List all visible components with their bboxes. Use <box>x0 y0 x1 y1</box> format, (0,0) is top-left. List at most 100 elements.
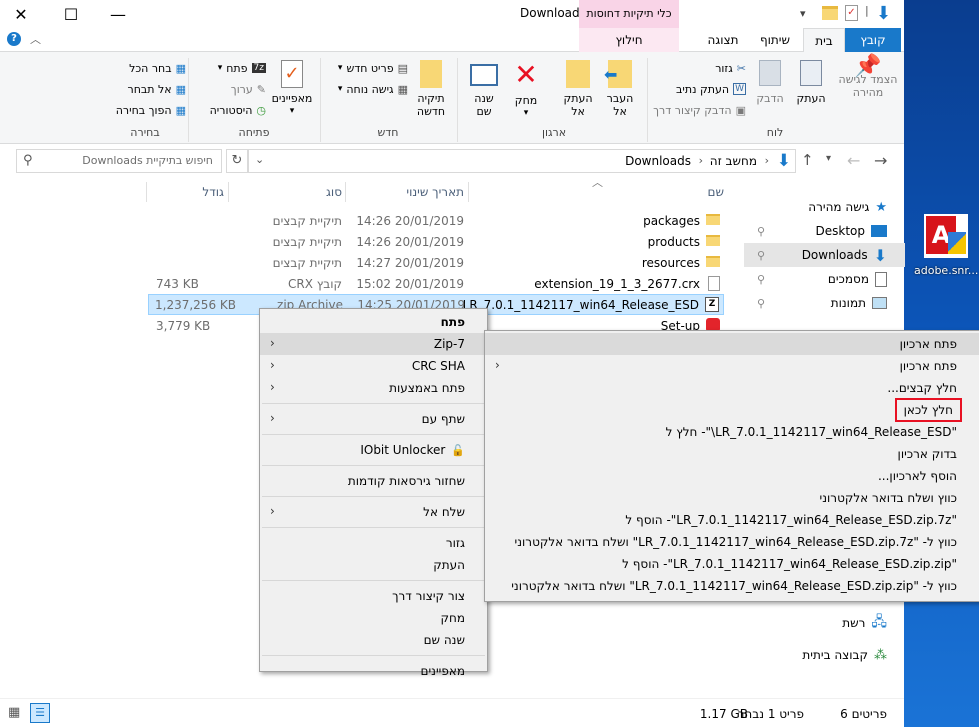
adobe-icon[interactable]: A <box>924 214 968 258</box>
delete-button[interactable]: ✕ מחק ▾ <box>508 60 544 120</box>
close-button[interactable]: ✕ <box>6 0 36 28</box>
table-row[interactable]: packages 20/01/2019 14:26 תיקיית קבצים <box>148 210 724 231</box>
folder-icon[interactable] <box>822 6 838 20</box>
new-folder-button[interactable]: תיקיה חדשה <box>410 60 452 118</box>
menu-item-share-with[interactable]: שתף עם ‹ <box>260 408 487 430</box>
paste-shortcut-button[interactable]: ▣ הדבק קיצור דרך <box>650 100 746 120</box>
select-none-button[interactable]: ▦ אל תבחר <box>104 79 187 99</box>
invert-selection-button[interactable]: ▦ הפוך בחירה <box>104 100 186 120</box>
column-divider <box>146 182 147 202</box>
submenu-item-compress-zip-email[interactable]: כווץ ל- "LR_7.0.1_1142117_win64_Release_… <box>485 575 979 597</box>
menu-item-delete[interactable]: מחק <box>260 607 487 629</box>
forward-arrow-icon[interactable]: ← <box>847 151 860 170</box>
history-button[interactable]: ◷ היסטוריה <box>192 100 266 120</box>
nav-documents[interactable]: מסמכים ⚲ <box>741 267 905 291</box>
properties-icon[interactable]: ✓ <box>845 5 858 21</box>
easy-access-button[interactable]: ▦ גישה נוחה ▾ <box>326 79 408 99</box>
select-all-button[interactable]: ▦ בחר הכל <box>104 58 186 78</box>
recent-dropdown-icon[interactable]: ▾ <box>826 153 831 164</box>
menu-item-cut[interactable]: גזור <box>260 532 487 554</box>
table-row[interactable]: resources 20/01/2019 14:27 תיקיית קבצים <box>148 252 724 273</box>
minimize-button[interactable]: — <box>103 0 133 28</box>
submenu-item-open-archive-more[interactable]: פתח ארכיון ‹ <box>485 355 979 377</box>
menu-item-copy[interactable]: העתק <box>260 554 487 576</box>
tab-file[interactable]: קובץ <box>845 28 901 52</box>
tab-share[interactable]: שיתוף <box>752 28 800 52</box>
cut-button[interactable]: ✂ גזור <box>660 58 746 78</box>
pictures-icon <box>872 297 887 309</box>
table-row[interactable]: extension_19_1_3_2677.crx 20/01/2019 15:… <box>148 273 724 294</box>
copy-path-label: העתק נתיב <box>676 82 730 96</box>
nav-network[interactable]: 🖧 רשת <box>741 611 905 635</box>
dropdown-arrow-icon: ▾ <box>289 106 295 116</box>
submenu-item-extract-here[interactable]: חלץ לכאן <box>485 398 979 422</box>
large-icons-view-icon[interactable]: ▦ <box>8 705 20 720</box>
up-arrow-icon[interactable]: ↑ <box>801 151 814 169</box>
submenu-item-add-to-archive[interactable]: הוסף לארכיון... <box>485 465 979 487</box>
maximize-button[interactable]: ☐ <box>56 0 86 28</box>
help-icon[interactable]: ? <box>7 32 21 46</box>
tab-extract[interactable]: חילוץ <box>579 28 679 52</box>
menu-item-open[interactable]: פתח <box>260 311 487 333</box>
menu-item-properties[interactable]: מאפיינים <box>260 660 487 682</box>
collapse-ribbon-icon[interactable]: ︿ <box>30 31 41 47</box>
context-menu: פתח 7-Zip ‹ CRC SHA ‹ פתח באמצעות ‹ שתף עם ‹… <box>259 308 488 678</box>
menu-item-7zip[interactable]: 7-Zip ‹ <box>260 333 487 355</box>
submenu-item-compress-email[interactable]: כווץ ושלח בדואר אלקטרוני <box>485 487 979 509</box>
rename-button[interactable]: שנה שם <box>466 60 502 118</box>
submenu-item-open-archive[interactable]: פתח ארכיון <box>485 333 979 355</box>
menu-item-rename[interactable]: שנה שם <box>260 629 487 651</box>
edit-button[interactable]: ✎ ערוך <box>192 79 266 99</box>
copy-path-button[interactable]: W העתק נתיב <box>660 79 746 99</box>
submenu-item-test-archive[interactable]: בדוק ארכיון <box>485 443 979 465</box>
qat-dropdown-icon[interactable]: ▾ <box>800 7 806 20</box>
nav-downloads[interactable]: ⬇ Downloads ⚲ <box>744 243 905 267</box>
column-header-size[interactable]: גודל <box>148 185 224 199</box>
submenu-item-compress-7z-email[interactable]: כווץ ל- "LR_7.0.1_1142117_win64_Release_… <box>485 531 979 553</box>
search-icon[interactable]: ⚲ <box>23 153 33 168</box>
address-bar[interactable]: ⬇ ‹ מחשב זה ‹ Downloads ⌄ <box>248 149 796 173</box>
7z-icon: 7z <box>251 63 266 73</box>
address-dropdown-icon[interactable]: ⌄ <box>255 153 264 166</box>
search-box[interactable]: חיפוש בתיקיית Downloads ⚲ <box>16 149 222 173</box>
ribbon-tabs: קובץ בית שיתוף תצוגה חילוץ ? ︿ <box>0 28 904 52</box>
copy-button[interactable]: העתק <box>792 60 830 105</box>
properties-button[interactable]: ✓ מאפיינים ▾ <box>268 60 316 118</box>
nav-pictures[interactable]: תמונות ⚲ <box>741 291 905 315</box>
back-arrow-icon[interactable]: → <box>874 151 887 170</box>
tab-view[interactable]: תצוגה <box>697 28 749 52</box>
menu-item-create-shortcut[interactable]: צור קיצור דרך <box>260 585 487 607</box>
nav-homegroup[interactable]: ⁂ קבוצה ביתית <box>741 643 905 667</box>
nav-desktop[interactable]: Desktop ⚲ <box>741 219 905 243</box>
move-to-button[interactable]: ⬅ העבר אל <box>600 60 640 118</box>
table-row[interactable]: products 20/01/2019 14:26 תיקיית קבצים <box>148 231 724 252</box>
new-item-icon: ▤ <box>397 61 408 75</box>
search-input[interactable]: חיפוש בתיקיית Downloads <box>82 154 213 167</box>
dropdown-arrow-icon: ▾ <box>523 108 529 118</box>
paste-button[interactable]: הדבק <box>752 60 788 105</box>
breadcrumb-this-pc[interactable]: מחשב זה <box>710 154 757 168</box>
menu-item-open-with[interactable]: פתח באמצעות ‹ <box>260 377 487 399</box>
menu-item-restore-versions[interactable]: שחזור גירסאות קודמות <box>260 470 487 492</box>
tab-home[interactable]: בית <box>803 28 845 52</box>
nav-quick-access[interactable]: ★ גישה מהירה <box>741 195 905 219</box>
new-item-button[interactable]: ▤ פריט חדש ▾ <box>326 58 408 78</box>
column-header-date[interactable]: תאריך שינוי <box>348 185 464 199</box>
submenu-item-add-to-7z[interactable]: "LR_7.0.1_1142117_win64_Release_ESD.zip.… <box>485 509 979 531</box>
details-view-icon[interactable]: ☰ <box>30 703 50 723</box>
menu-item-iobit-unlocker[interactable]: 🔓 IObit Unlocker <box>260 439 487 461</box>
column-header-type[interactable]: סוג <box>230 185 342 199</box>
submenu-item-add-to-zip[interactable]: "LR_7.0.1_1142117_win64_Release_ESD.zip.… <box>485 553 979 575</box>
down-arrow-icon[interactable]: ⬇ <box>876 3 891 24</box>
copy-to-button[interactable]: העתק אל <box>558 60 598 118</box>
open-button[interactable]: 7z פתח ▾ <box>192 58 266 78</box>
menu-item-send-to[interactable]: שלח אל ‹ <box>260 501 487 523</box>
breadcrumb-downloads[interactable]: Downloads <box>625 154 691 168</box>
column-header-name[interactable]: שם <box>470 185 724 199</box>
submenu-item-extract-to-folder[interactable]: "LR_7.0.1_1142117_win64_Release_ESD\"- ח… <box>485 421 979 443</box>
nav-label: Desktop <box>815 224 866 238</box>
refresh-icon[interactable]: ↻ <box>226 149 248 173</box>
pin-quick-access-button[interactable]: 📌 הצמד לגישה מהירה <box>838 56 898 100</box>
submenu-item-extract-files[interactable]: חלץ קבצים... <box>485 377 979 399</box>
menu-item-crc-sha[interactable]: CRC SHA ‹ <box>260 355 487 377</box>
